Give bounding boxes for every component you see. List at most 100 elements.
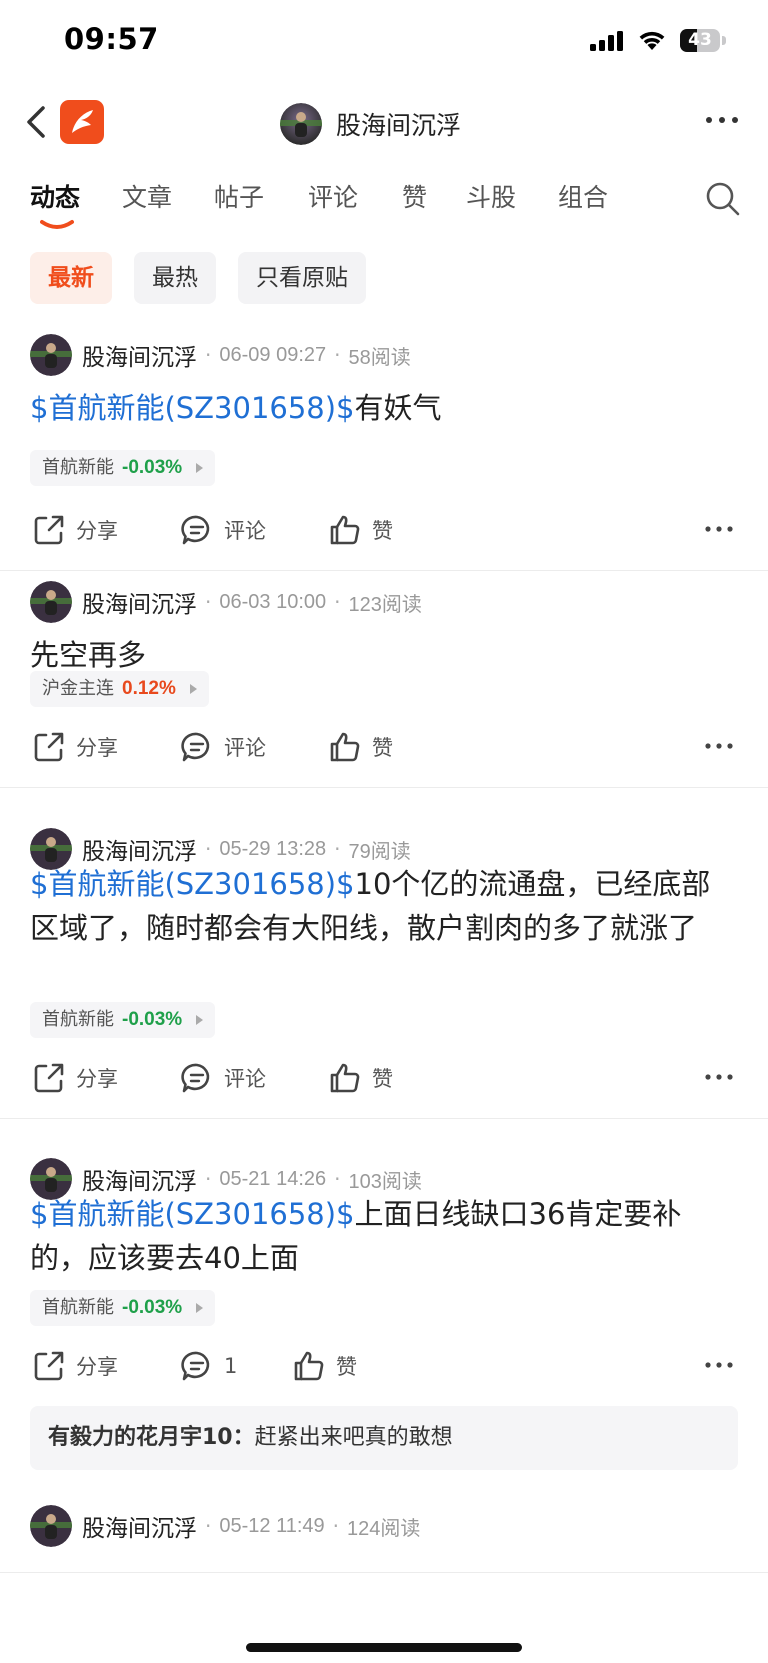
post-text: 有妖气 — [354, 391, 442, 425]
post-reads: 123阅读 — [348, 593, 422, 616]
post-time: 05-29 13:28 — [219, 837, 327, 860]
wifi-icon — [639, 31, 665, 50]
share-button[interactable]: 分享 — [32, 725, 118, 769]
post-author[interactable]: 股海间沉浮 — [82, 1162, 197, 1196]
stock-name: 首航新能 — [42, 1009, 114, 1030]
app-logo[interactable] — [60, 100, 104, 144]
filter-latest[interactable]: 最新 — [30, 252, 112, 304]
stock-change: -0.03% — [122, 1009, 183, 1030]
page-title: 股海间沉浮 — [336, 111, 462, 140]
comment-button[interactable]: 1 — [180, 1344, 237, 1388]
thumbs-up-icon — [330, 515, 360, 545]
comment-button[interactable]: 评论 — [180, 1056, 266, 1100]
comment-icon — [181, 1063, 210, 1093]
post-author[interactable]: 股海间沉浮 — [82, 1509, 197, 1543]
stock-change: -0.03% — [122, 457, 183, 478]
share-icon — [34, 515, 64, 545]
divider — [0, 1572, 768, 1573]
post-content[interactable]: $首航新能(SZ301658)$有妖气 — [30, 386, 730, 430]
header-title-group[interactable]: 股海间沉浮 — [280, 102, 461, 146]
more-options-icon[interactable] — [704, 522, 734, 536]
post-reads: 79阅读 — [348, 840, 411, 863]
stock-chip[interactable]: 首航新能 -0.03% — [30, 1002, 216, 1038]
battery-level: 43 — [688, 30, 712, 50]
tab-dynamics[interactable]: 动态 — [30, 178, 80, 214]
thumbs-up-icon — [330, 732, 360, 762]
more-options-icon[interactable] — [704, 1358, 734, 1372]
status-time: 09:57 — [64, 22, 159, 56]
post-meta: 股海间沉浮 · 05-12 11:49 · 124阅读 — [30, 1505, 420, 1547]
filter-original-only[interactable]: 只看原贴 — [238, 252, 366, 304]
share-button[interactable]: 分享 — [32, 1344, 118, 1388]
tab-bar: 动态 文章 帖子 评论 赞 斗股 组合 — [0, 178, 768, 234]
comment-button[interactable]: 评论 — [180, 725, 266, 769]
post-reads: 103阅读 — [348, 1170, 422, 1193]
post-time: 05-12 11:49 — [219, 1514, 325, 1537]
filter-hottest[interactable]: 最热 — [134, 252, 216, 304]
comment-icon — [181, 732, 210, 762]
avatar — [280, 103, 322, 145]
share-button[interactable]: 分享 — [32, 1056, 118, 1100]
more-options-icon[interactable] — [704, 1070, 734, 1084]
thumbs-up-icon — [294, 1351, 324, 1381]
like-button[interactable]: 赞 — [292, 1344, 357, 1388]
post-content[interactable]: $首航新能(SZ301658)$10个亿的流通盘，已经底部区域了，随时都会有大阳… — [30, 862, 730, 950]
ticker-link[interactable]: $首航新能(SZ301658)$ — [30, 1197, 355, 1231]
share-icon — [34, 732, 64, 762]
stock-change: -0.03% — [122, 1297, 183, 1318]
more-icon[interactable] — [704, 110, 740, 130]
post-text: 先空再多 — [30, 638, 147, 672]
comment-text: 赶紧出来吧真的敢想 — [254, 1425, 453, 1450]
like-button[interactable]: 赞 — [328, 725, 393, 769]
like-button[interactable]: 赞 — [328, 1056, 393, 1100]
post-meta: 股海间沉浮 · 06-09 09:27 · 58阅读 — [30, 334, 411, 376]
tab-comments[interactable]: 评论 — [308, 178, 358, 214]
divider — [0, 570, 768, 571]
like-button[interactable]: 赞 — [328, 508, 393, 552]
search-icon[interactable] — [704, 180, 742, 218]
comment-button[interactable]: 评论 — [180, 508, 266, 552]
post-author[interactable]: 股海间沉浮 — [82, 832, 197, 866]
avatar[interactable] — [30, 1505, 72, 1547]
post-time: 06-09 09:27 — [219, 343, 327, 366]
thumbs-up-icon — [330, 1063, 360, 1093]
more-options-icon[interactable] — [704, 739, 734, 753]
post-actions: 分享 评论 赞 — [0, 508, 768, 552]
active-tab-indicator — [40, 220, 74, 229]
comment-preview[interactable]: 有毅力的花月宇10：赶紧出来吧真的敢想 — [30, 1406, 738, 1470]
tab-articles[interactable]: 文章 — [122, 178, 172, 214]
ticker-link[interactable]: $首航新能(SZ301658)$ — [30, 867, 355, 901]
post-actions: 分享 评论 赞 — [0, 1056, 768, 1100]
post-author[interactable]: 股海间沉浮 — [82, 585, 197, 619]
tab-stock-battles[interactable]: 斗股 — [466, 178, 516, 214]
share-button[interactable]: 分享 — [32, 508, 118, 552]
ticker-link[interactable]: $首航新能(SZ301658)$ — [30, 391, 355, 425]
back-icon[interactable] — [22, 100, 52, 144]
stock-change: 0.12% — [122, 678, 176, 699]
home-indicator — [246, 1643, 522, 1652]
stock-chip[interactable]: 首航新能 -0.03% — [30, 450, 216, 486]
comment-icon — [181, 1351, 210, 1381]
comment-icon — [181, 515, 210, 545]
battery-icon: 43 — [680, 29, 726, 54]
status-bar: 09:57 43 — [0, 0, 768, 86]
post-reads: 58阅读 — [348, 346, 411, 369]
stock-name: 首航新能 — [42, 1297, 114, 1318]
app-logo-icon — [72, 110, 93, 133]
avatar[interactable] — [30, 334, 72, 376]
tab-likes[interactable]: 赞 — [402, 178, 427, 214]
chevron-right-icon — [189, 684, 197, 694]
tab-posts[interactable]: 帖子 — [214, 178, 264, 214]
avatar[interactable] — [30, 581, 72, 623]
post-author[interactable]: 股海间沉浮 — [82, 338, 197, 372]
share-icon — [34, 1351, 64, 1381]
post-content[interactable]: $首航新能(SZ301658)$上面日线缺口36肯定要补的，应该要去40上面 — [30, 1192, 730, 1280]
divider — [0, 1118, 768, 1119]
comment-author[interactable]: 有毅力的花月宇10： — [48, 1425, 255, 1450]
tab-portfolios[interactable]: 组合 — [558, 178, 608, 214]
post-actions: 分享 评论 赞 — [0, 725, 768, 769]
stock-name: 沪金主连 — [42, 678, 114, 699]
stock-chip[interactable]: 沪金主连 0.12% — [30, 671, 209, 707]
stock-chip[interactable]: 首航新能 -0.03% — [30, 1290, 216, 1326]
post-time: 05-21 14:26 — [219, 1167, 327, 1190]
